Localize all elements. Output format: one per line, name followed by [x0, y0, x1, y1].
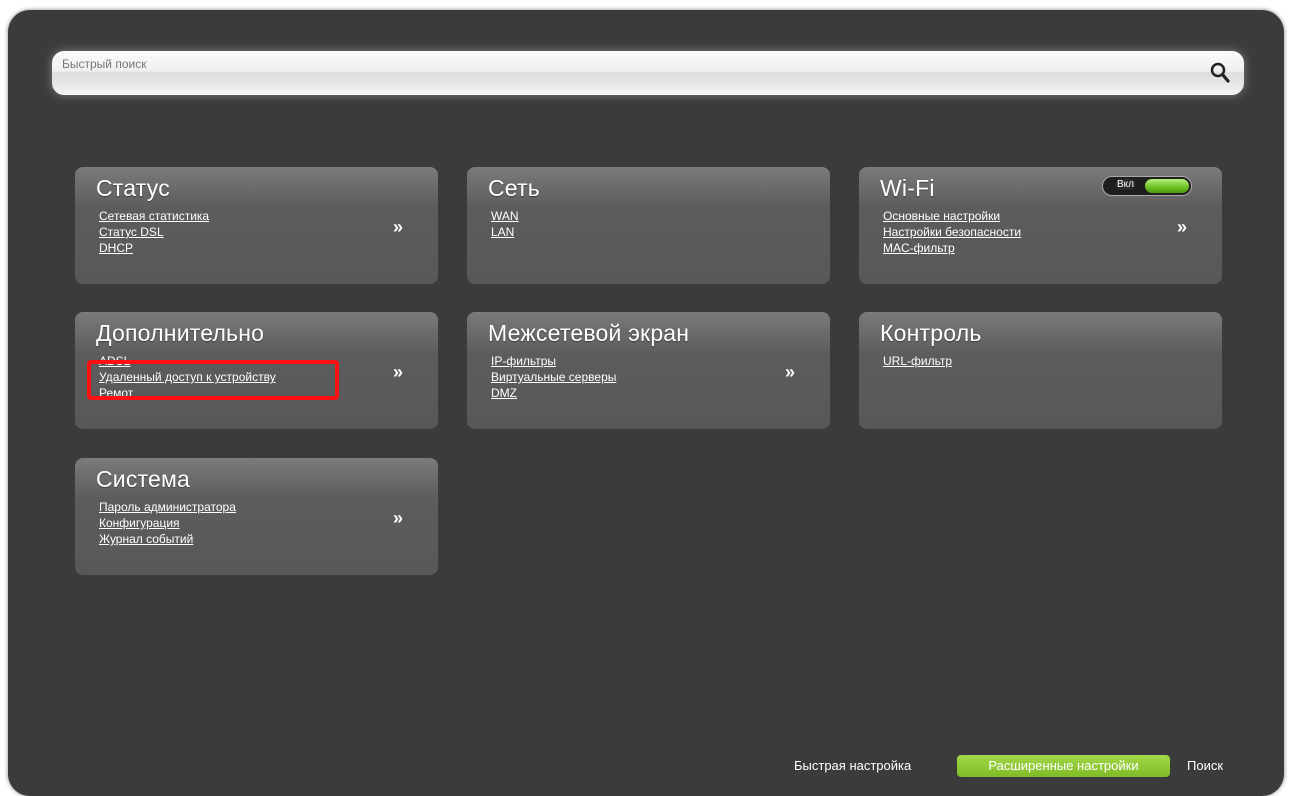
link-dhcp[interactable]: DHCP: [99, 240, 209, 256]
tile-title-network[interactable]: Сеть: [488, 175, 540, 202]
link-event-log[interactable]: Журнал событий: [99, 531, 236, 547]
tile-more-arrow-system[interactable]: »: [393, 508, 403, 529]
link-mac-filter[interactable]: MAC-фильтр: [883, 240, 1021, 256]
link-lan[interactable]: LAN: [491, 224, 519, 240]
tile-links-firewall: IP-фильтры Виртуальные серверы DMZ: [491, 353, 616, 401]
quick-search-input[interactable]: [52, 51, 1192, 95]
tile-firewall: Межсетевой экран IP-фильтры Виртуальные …: [467, 312, 830, 429]
link-adsl[interactable]: ADSL: [99, 353, 276, 369]
wifi-toggle-label: Вкл: [1115, 179, 1136, 190]
tile-more-arrow-advanced[interactable]: »: [393, 362, 403, 383]
tile-title-firewall[interactable]: Межсетевой экран: [488, 320, 689, 347]
tile-title-advanced[interactable]: Дополнительно: [96, 320, 264, 347]
tile-more-arrow-wifi[interactable]: »: [1177, 217, 1187, 238]
link-security-settings[interactable]: Настройки безопасности: [883, 224, 1021, 240]
link-virtual-servers[interactable]: Виртуальные серверы: [491, 369, 616, 385]
link-url-filter[interactable]: URL-фильтр: [883, 353, 952, 369]
tile-more-arrow-status[interactable]: »: [393, 217, 403, 238]
link-advanced-third[interactable]: Ремот: [99, 385, 276, 401]
tile-title-status[interactable]: Статус: [96, 175, 170, 202]
link-wan[interactable]: WAN: [491, 208, 519, 224]
tile-links-wifi: Основные настройки Настройки безопасност…: [883, 208, 1021, 256]
tile-links-advanced: ADSL Удаленный доступ к устройству Ремот: [99, 353, 276, 401]
tile-control: Контроль URL-фильтр: [859, 312, 1222, 429]
quick-search-bar: [52, 51, 1244, 95]
nav-search[interactable]: Поиск: [1187, 758, 1223, 773]
tile-links-network: WAN LAN: [491, 208, 519, 240]
tile-links-control: URL-фильтр: [883, 353, 952, 369]
tile-more-arrow-firewall[interactable]: »: [785, 362, 795, 383]
wifi-toggle-knob: [1145, 179, 1189, 193]
link-network-statistics[interactable]: Сетевая статистика: [99, 208, 209, 224]
link-ip-filters[interactable]: IP-фильтры: [491, 353, 616, 369]
link-configuration[interactable]: Конфигурация: [99, 515, 236, 531]
tile-system: Система Пароль администратора Конфигурац…: [75, 458, 438, 575]
tile-advanced: Дополнительно ADSL Удаленный доступ к ус…: [75, 312, 438, 429]
tile-title-control[interactable]: Контроль: [880, 320, 982, 347]
tile-status: Статус Сетевая статистика Статус DSL DHC…: [75, 167, 438, 284]
link-basic-settings[interactable]: Основные настройки: [883, 208, 1021, 224]
link-dsl-status[interactable]: Статус DSL: [99, 224, 209, 240]
tile-network: Сеть WAN LAN: [467, 167, 830, 284]
nav-quick-setup[interactable]: Быстрая настройка: [794, 758, 911, 773]
tile-links-status: Сетевая статистика Статус DSL DHCP: [99, 208, 209, 256]
tile-links-system: Пароль администратора Конфигурация Журна…: [99, 499, 236, 547]
main-panel: Статус Сетевая статистика Статус DSL DHC…: [8, 10, 1284, 796]
tile-title-wifi[interactable]: Wi-Fi: [880, 175, 935, 202]
link-admin-password[interactable]: Пароль администратора: [99, 499, 236, 515]
tile-title-system[interactable]: Система: [96, 466, 190, 493]
tile-wifi: Wi-Fi Вкл Основные настройки Настройки б…: [859, 167, 1222, 284]
search-icon[interactable]: [1208, 60, 1234, 86]
nav-advanced-settings-button[interactable]: Расширенные настройки: [957, 755, 1170, 777]
link-dmz[interactable]: DMZ: [491, 385, 616, 401]
wifi-toggle[interactable]: Вкл: [1102, 176, 1192, 196]
link-remote-access[interactable]: Удаленный доступ к устройству: [99, 369, 276, 385]
